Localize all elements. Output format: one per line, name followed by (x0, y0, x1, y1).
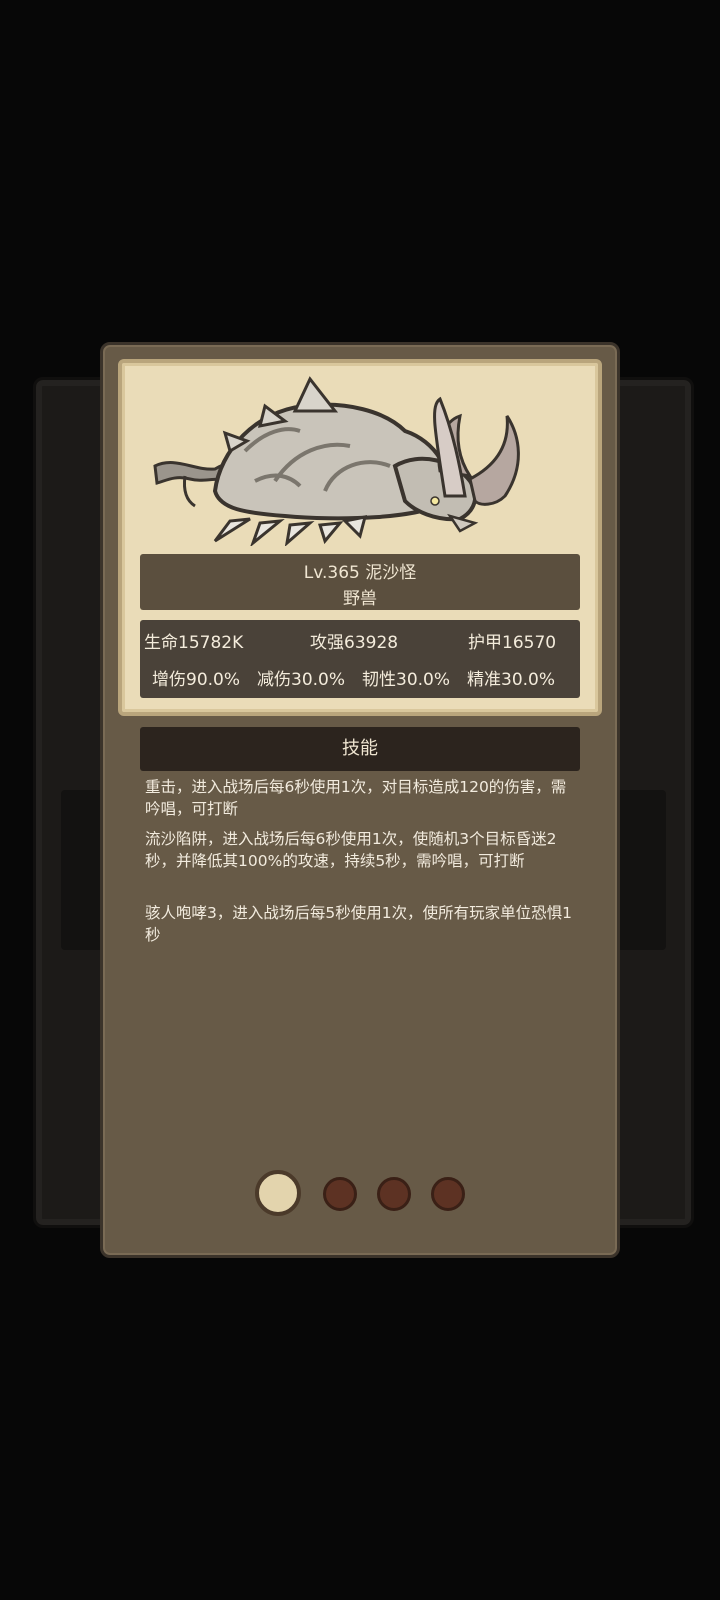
stats-box: 生命15782K 攻强63928 护甲16570 增伤90.0% 减伤30.0%… (140, 620, 580, 698)
monster-name-bar: Lv.365 泥沙怪 野兽 (140, 554, 580, 610)
stat-toughness: 韧性30.0% (362, 670, 451, 690)
stat-damage-up: 增伤90.0% (152, 670, 241, 690)
page-indicator-dot-1[interactable] (255, 1170, 301, 1216)
skill-description: 重击，进入战场后每6秒使用1次，对目标造成120的伤害，需吟唱，可打断 (145, 778, 567, 818)
stat-accuracy: 精准30.0% (467, 670, 556, 690)
stat-damage-reduce: 减伤30.0% (257, 670, 346, 690)
page-indicator-dot-4[interactable] (431, 1177, 465, 1211)
stat-attack: 攻强63928 (310, 633, 399, 653)
page-indicator-dot-3[interactable] (377, 1177, 411, 1211)
page-indicator-dot-2[interactable] (323, 1177, 357, 1211)
skills-header: 技能 (140, 727, 580, 771)
sand-monster-creature-icon (153, 376, 520, 546)
skill-description: 骇人咆哮3，进入战场后每5秒使用1次，使所有玩家单位恐惧1秒 (145, 904, 572, 944)
skill-description: 流沙陷阱，进入战场后每6秒使用1次，使随机3个目标昏迷2秒，并降低其100%的攻… (145, 830, 557, 870)
monster-category: 野兽 (343, 589, 377, 609)
monster-level-name: Lv.365 泥沙怪 (303, 563, 417, 583)
stat-hp: 生命15782K (144, 633, 244, 653)
stat-armor: 护甲16570 (468, 633, 557, 653)
